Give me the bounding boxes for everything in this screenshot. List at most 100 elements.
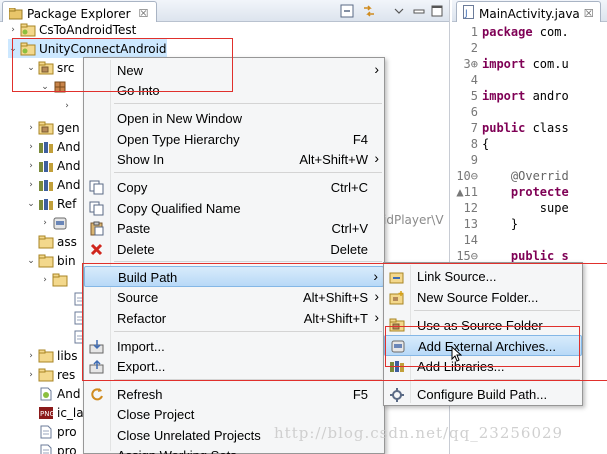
collapsed-arrow-icon[interactable]: › <box>40 275 50 285</box>
menu-item-open-in-new-window[interactable]: Open in New Window <box>84 108 384 129</box>
code-line: ▲11 protecte <box>452 185 607 201</box>
collapsed-arrow-icon[interactable]: › <box>26 180 36 190</box>
submenu-item-use-as-source-folder[interactable]: Use as Source Folder <box>384 315 582 336</box>
menu-item-copy[interactable]: Copy Ctrl+C <box>84 177 384 198</box>
minimize-icon[interactable] <box>412 4 426 18</box>
library-icon <box>389 359 405 374</box>
tree-row[interactable]: ⌄ src <box>26 58 74 77</box>
collapsed-arrow-icon[interactable]: › <box>26 142 36 152</box>
collapsed-arrow-icon[interactable]: › <box>8 25 18 35</box>
menu-item-refresh[interactable]: Refresh F5 <box>84 384 384 405</box>
expanded-arrow-icon[interactable]: ⌄ <box>26 256 36 266</box>
submenu-arrow-icon: › <box>374 309 379 325</box>
menu-item-build-path[interactable]: Build Path › <box>84 266 384 287</box>
menu-separator <box>114 261 382 262</box>
tree-row[interactable]: › CsToAndroidTest <box>8 20 136 39</box>
link-source-icon <box>389 269 405 284</box>
submenu-arrow-icon: › <box>374 288 379 304</box>
tree-row[interactable]: › And <box>26 137 80 156</box>
tree-row[interactable]: pro <box>26 441 77 454</box>
code-text: } <box>482 217 519 231</box>
delete-icon <box>89 242 105 257</box>
expanded-arrow-icon[interactable]: ⌄ <box>8 44 18 54</box>
tree-row-label: CsToAndroidTest <box>39 22 137 37</box>
editor-tab-label: MainActivity.java <box>479 6 580 21</box>
submenu-item-link-source[interactable]: Link Source... <box>384 266 582 287</box>
expanded-arrow-icon[interactable]: ⌄ <box>40 82 50 92</box>
menu-item-paste[interactable]: Paste Ctrl+V <box>84 218 384 239</box>
collapsed-arrow-icon[interactable]: › <box>40 218 50 228</box>
close-tab-icon[interactable]: ☒ <box>139 7 149 20</box>
link-with-editor-icon[interactable] <box>362 4 376 18</box>
tree-row[interactable]: PNG ic_la <box>26 403 84 422</box>
menu-item-copy-qualified-name[interactable]: Copy Qualified Name <box>84 198 384 219</box>
menu-item-delete[interactable]: Delete Delete <box>84 239 384 260</box>
tree-row[interactable]: ⌄ <box>40 77 71 96</box>
menu-item-export[interactable]: Export... <box>84 356 384 377</box>
menu-item-close-project[interactable]: Close Project <box>84 404 384 425</box>
line-number: 13 <box>463 217 478 231</box>
collapsed-arrow-icon[interactable]: › <box>26 351 36 361</box>
expanded-arrow-icon[interactable]: ⌄ <box>26 199 36 209</box>
line-number: 7 <box>470 121 478 135</box>
submenu-item-configure-build-path[interactable]: Configure Build Path... <box>384 384 582 405</box>
jar-icon <box>390 339 406 354</box>
collapsed-arrow-icon[interactable]: › <box>26 161 36 171</box>
source-folder-icon <box>38 121 54 135</box>
line-number: 4 <box>470 73 478 87</box>
submenu-item-label: Link Source... <box>417 269 497 284</box>
menu-item-shortcut: Ctrl+C <box>330 180 368 195</box>
tree-row[interactable]: › <box>40 213 71 232</box>
menu-separator <box>114 103 382 104</box>
menu-item-open-type-hierarchy[interactable]: Open Type Hierarchy F4 <box>84 129 384 150</box>
package-explorer-tab[interactable]: Package Explorer ☒ <box>2 1 158 22</box>
submenu-item-add-libraries[interactable]: Add Libraries... <box>384 356 582 377</box>
tree-row-label: Ref <box>57 196 77 211</box>
tree-row[interactable]: › libs <box>26 346 78 365</box>
menu-item-new[interactable]: New › <box>84 60 384 81</box>
library-icon <box>38 159 54 173</box>
line-number: 1 <box>470 25 478 39</box>
maximize-icon[interactable] <box>430 4 444 18</box>
collapsed-arrow-icon[interactable]: › <box>62 101 72 111</box>
code-line: 10⊖ @Overrid <box>452 169 607 185</box>
tree-row[interactable]: › gen <box>26 118 79 137</box>
tree-row[interactable]: › res <box>26 365 75 384</box>
collapse-all-icon[interactable] <box>340 4 354 18</box>
tree-row[interactable]: ⌄ UnityConnectAndroid <box>8 39 167 58</box>
expanded-arrow-icon[interactable]: ⌄ <box>26 63 36 73</box>
tree-row[interactable]: ass <box>26 232 77 251</box>
menu-item-label: Paste <box>117 221 151 236</box>
tree-row-label: ass <box>57 234 77 249</box>
tree-row[interactable]: › <box>40 270 71 289</box>
submenu-item-add-external-archives[interactable]: Add External Archives... <box>384 335 582 356</box>
close-editor-tab-icon[interactable]: ☒ <box>584 7 594 20</box>
submenu-item-label: Add External Archives... <box>418 339 557 354</box>
tree-row[interactable]: › <box>62 96 72 115</box>
tree-row[interactable]: › And <box>26 156 80 175</box>
submenu-item-label: Configure Build Path... <box>417 387 548 402</box>
collapsed-arrow-icon[interactable]: › <box>26 123 36 133</box>
tree-row[interactable]: pro <box>26 422 77 441</box>
tree-row[interactable]: › And <box>26 175 80 194</box>
menu-item-source[interactable]: Source Alt+Shift+S › <box>84 287 384 308</box>
tree-row[interactable]: And <box>26 384 80 403</box>
tree-row-label: libs <box>57 348 78 363</box>
folder-icon <box>38 349 54 363</box>
menu-item-show-in[interactable]: Show In Alt+Shift+W › <box>84 149 384 170</box>
file-icon <box>38 425 54 439</box>
collapsed-arrow-icon[interactable]: › <box>26 370 36 380</box>
menu-item-refactor[interactable]: Refactor Alt+Shift+T › <box>84 308 384 329</box>
menu-item-assign-working-sets[interactable]: Assign Working Sets... <box>84 445 384 454</box>
menu-item-label: Show In <box>117 152 164 167</box>
tree-row[interactable]: ⌄ Ref <box>26 194 76 213</box>
view-menu-icon[interactable] <box>392 4 406 18</box>
tree-row[interactable]: ⌄ bin <box>26 251 75 270</box>
folder-icon <box>38 254 54 268</box>
new-source-folder-icon <box>389 290 405 305</box>
menu-item-go-into[interactable]: Go Into <box>84 80 384 101</box>
submenu-item-new-source-folder[interactable]: New Source Folder... <box>384 287 582 308</box>
menu-item-import[interactable]: Import... <box>84 336 384 357</box>
editor-tab-mainactivity[interactable]: J MainActivity.java ☒ <box>456 1 601 22</box>
source-folder-icon <box>389 318 405 333</box>
